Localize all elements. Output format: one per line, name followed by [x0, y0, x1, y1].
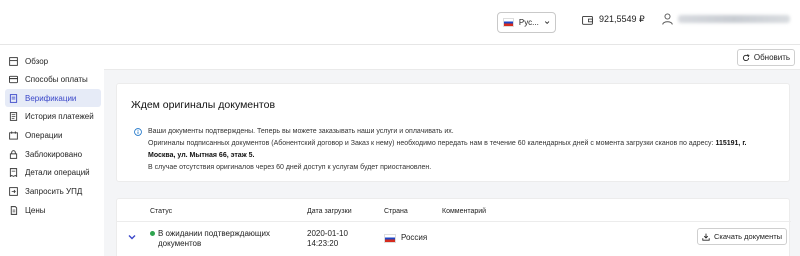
receipt-icon	[9, 167, 18, 177]
notice-line-2: Оригиналы подписанных документов (Абонен…	[148, 140, 747, 147]
grid-icon	[9, 56, 18, 66]
balance[interactable]: 921,5549 ₽	[582, 14, 645, 25]
verification-status-card: Ждем оригиналы документов Ваши документы…	[116, 83, 790, 182]
refresh-button[interactable]: Обновить	[737, 49, 795, 66]
sidebar-item-label: Цены	[25, 205, 46, 215]
send-icon	[9, 186, 18, 196]
card-title: Ждем оригиналы документов	[131, 99, 276, 111]
sidebar-item-operations[interactable]: Операции	[5, 126, 101, 144]
info-notice: Ваши документы подтверждены. Теперь вы м…	[134, 128, 746, 172]
history-icon	[9, 111, 18, 121]
sidebar-item-operation-details[interactable]: Детали операций	[5, 163, 101, 181]
column-header-status: Статус	[150, 208, 173, 215]
user-menu[interactable]	[662, 13, 790, 25]
sidebar-item-overview[interactable]: Обзор	[5, 52, 101, 70]
status-dot-icon	[150, 231, 155, 237]
language-label: Рус...	[518, 18, 539, 27]
sidebar-item-request-upd[interactable]: Запросить УПД	[5, 182, 101, 200]
sidebar-item-verifications[interactable]: Верификации	[5, 89, 101, 107]
language-selector[interactable]: Рус...	[497, 12, 556, 33]
download-label: Скачать документы	[713, 232, 783, 241]
sidebar-item-prices[interactable]: Цены	[5, 201, 101, 219]
chevron-down-icon	[544, 21, 550, 25]
top-bar: Рус... 921,5549 ₽	[0, 0, 800, 45]
status-cell: В ожидании подтверждающих документов	[150, 229, 270, 249]
card-icon	[9, 75, 18, 83]
sidebar-item-payment-history[interactable]: История платежей	[5, 107, 101, 125]
user-email-redacted	[678, 15, 790, 23]
content-toolbar: Обновить	[104, 46, 800, 70]
prices-icon	[10, 205, 18, 215]
wallet-icon	[582, 15, 593, 25]
lock-icon	[9, 149, 18, 159]
russia-flag-icon	[503, 18, 514, 27]
sidebar-item-label: Детали операций	[25, 167, 90, 177]
sidebar-item-label: Способы оплаты	[25, 74, 88, 84]
sidebar-item-label: Верификации	[25, 93, 77, 103]
sidebar-item-label: Обзор	[25, 56, 49, 66]
sidebar-item-blocked[interactable]: Заблокировано	[5, 145, 101, 163]
sidebar-item-label: Операции	[25, 130, 63, 140]
sidebar-item-label: Заблокировано	[25, 149, 83, 159]
main-content: Обновить Ждем оригиналы документов Ваши …	[104, 46, 800, 256]
expand-row-chevron-icon[interactable]	[127, 232, 137, 242]
country-cell: Россия	[384, 233, 427, 243]
sidebar-item-payment-methods[interactable]: Способы оплаты	[5, 70, 101, 88]
refresh-icon	[742, 53, 750, 61]
operations-icon	[9, 130, 18, 140]
notice-line-1: Ваши документы подтверждены. Теперь вы м…	[148, 128, 454, 135]
refresh-label: Обновить	[753, 53, 791, 62]
column-header-comment: Комментарий	[442, 208, 487, 215]
sidebar-item-label: История платежей	[25, 111, 94, 121]
sidebar-item-label: Запросить УПД	[25, 186, 83, 196]
documents-table: Статус Дата загрузки Страна Комментарий …	[116, 198, 791, 256]
date-cell: 2020-01-10 14:23:20	[307, 229, 348, 248]
info-icon	[134, 128, 142, 136]
download-documents-button[interactable]: Скачать документы	[697, 228, 787, 245]
notice-address: Москва, ул. Мытная 66, этаж 5.	[148, 152, 255, 159]
document-icon	[9, 93, 18, 103]
balance-value: 921,5549 ₽	[599, 14, 645, 24]
user-icon	[662, 13, 673, 25]
download-icon	[702, 233, 710, 241]
russia-flag-icon	[384, 233, 396, 243]
header-divider	[117, 221, 791, 222]
column-header-country: Страна	[384, 208, 408, 215]
column-header-date: Дата загрузки	[307, 208, 352, 215]
notice-line-4: В случае отсутствия оригиналов через 60 …	[148, 164, 432, 171]
sidebar: Обзор Способы оплаты Верификации История…	[0, 46, 104, 256]
